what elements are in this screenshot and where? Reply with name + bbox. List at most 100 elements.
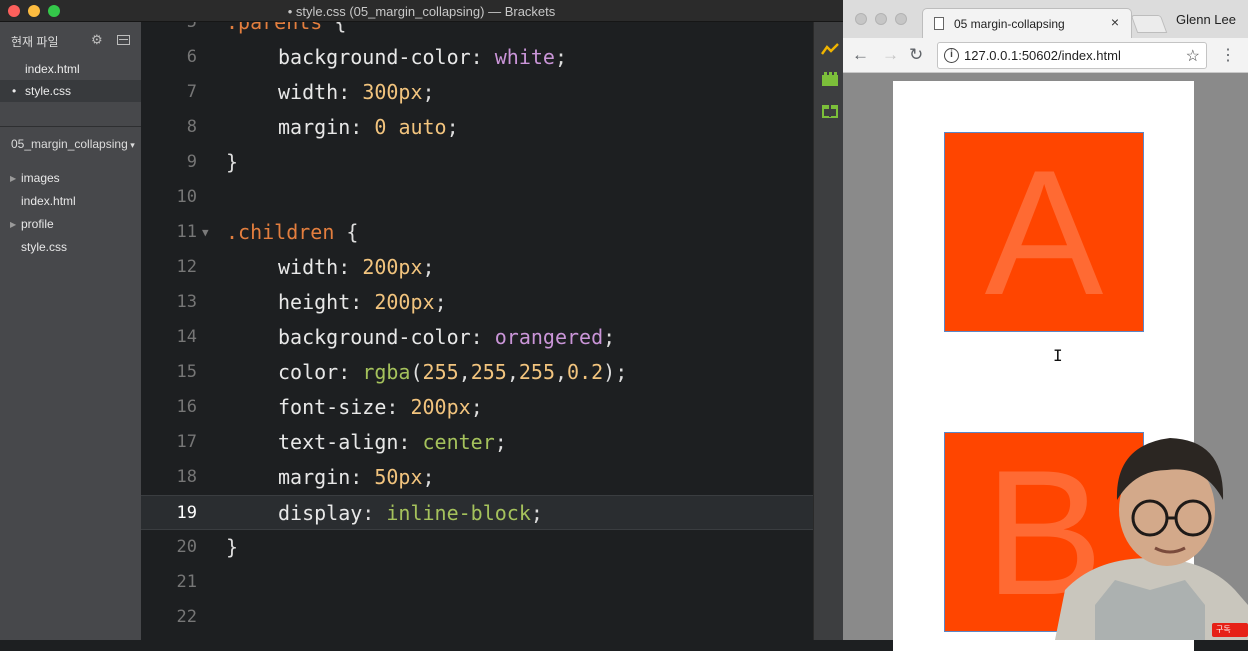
code-line[interactable]: 19 display: inline-block; [141, 495, 813, 530]
brackets-window: • style.css (05_margin_collapsing) — Bra… [0, 0, 843, 640]
reload-icon[interactable]: ↻ [909, 45, 923, 65]
code-line[interactable]: 10 [141, 180, 813, 215]
line-number: 20 [176, 537, 197, 557]
line-number: 10 [176, 187, 197, 207]
code-line[interactable]: 11 ▼ .children { [141, 215, 813, 250]
line-number: 21 [176, 572, 197, 592]
brackets-titlebar: • style.css (05_margin_collapsing) — Bra… [0, 0, 843, 22]
code-line[interactable]: 15 color: rgba(255,255,255,0.2); [141, 355, 813, 390]
gift-icon[interactable] [821, 102, 839, 118]
working-files-list: index.html style.css [0, 58, 141, 102]
omnibox[interactable]: i 127.0.0.1:50602/index.html ☆ [937, 42, 1207, 69]
line-number: 13 [176, 292, 197, 312]
code-text: } [226, 535, 239, 559]
code-line[interactable]: 18 margin: 50px; [141, 460, 813, 495]
code-text: text-align: center; [278, 430, 507, 454]
tree-item-label: profile [21, 217, 54, 231]
line-number: 15 [176, 362, 197, 382]
project-file-tree: ▶ images index.html ▶ profile style.css [0, 167, 141, 259]
line-number: 18 [176, 467, 197, 487]
code-text: background-color: white; [278, 45, 568, 69]
browser-tab[interactable]: 05 margin-collapsing × [922, 8, 1132, 38]
live-preview-icon[interactable] [821, 41, 839, 57]
window-title: • style.css (05_margin_collapsing) — Bra… [287, 4, 556, 19]
code-line[interactable]: 13 height: 200px; [141, 285, 813, 320]
line-number: 12 [176, 257, 197, 277]
code-text: } [226, 150, 239, 174]
tab-close-icon[interactable]: × [1111, 14, 1119, 30]
new-tab-button[interactable] [1130, 15, 1168, 33]
code-text: font-size: 200px; [278, 395, 483, 419]
working-files-header: 현재 파일 [11, 35, 59, 49]
subscribe-badge[interactable]: 구독 [1212, 623, 1248, 637]
sidebar-divider [0, 126, 141, 127]
code-editor[interactable]: 5 .parents { 6 background-color: white; 7 wid… [141, 22, 813, 640]
code-line[interactable]: 9} [141, 145, 813, 180]
code-line[interactable]: 20} [141, 530, 813, 565]
tree-item-index-html[interactable]: index.html [0, 190, 141, 213]
line-number: 11 [176, 222, 197, 242]
working-file-index-html[interactable]: index.html [0, 58, 141, 80]
line-number: 6 [186, 47, 197, 67]
tree-item-images[interactable]: ▶ images [0, 167, 141, 190]
code-text: display: inline-block; [278, 501, 543, 525]
code-line[interactable]: 22 [141, 600, 813, 635]
webcam-presenter-image [1055, 438, 1248, 640]
caret-right-icon: ▶ [10, 220, 17, 229]
tree-item-style-css[interactable]: style.css [0, 236, 141, 259]
document-icon [934, 17, 944, 30]
address-toolbar: ← → ↻ i 127.0.0.1:50602/index.html ☆ ⋮ [843, 38, 1248, 73]
bookmark-star-icon[interactable]: ☆ [1186, 46, 1200, 66]
line-number: 9 [186, 152, 197, 172]
code-line[interactable]: 5 .parents { [141, 22, 813, 40]
tree-item-label: style.css [21, 240, 68, 254]
code-line[interactable]: 8 margin: 0 auto; [141, 110, 813, 145]
line-number: 16 [176, 397, 197, 417]
tree-item-label: index.html [21, 194, 76, 208]
line-number: 8 [186, 117, 197, 137]
line-number: 22 [176, 607, 197, 627]
gear-icon[interactable]: ⚙ [91, 32, 103, 48]
code-text: margin: 0 auto; [278, 115, 459, 139]
code-text: .parents { [226, 22, 347, 34]
back-arrow-icon[interactable]: ← [852, 45, 869, 65]
code-text: width: 300px; [278, 80, 435, 104]
line-number: 5 [186, 22, 197, 32]
site-info-icon[interactable]: i [944, 48, 959, 63]
child-box-a: A [944, 132, 1144, 332]
minimize-window-button[interactable] [875, 13, 887, 25]
text-cursor-icon: I [1053, 346, 1063, 365]
extension-manager-icon[interactable] [821, 71, 839, 87]
project-dropdown[interactable]: 05_margin_collapsing [11, 137, 135, 151]
profile-name[interactable]: Glenn Lee [1176, 12, 1236, 27]
code-text: margin: 50px; [278, 465, 435, 489]
forward-arrow-icon[interactable]: → [882, 45, 899, 65]
close-window-button[interactable] [855, 13, 867, 25]
zoom-window-button[interactable] [895, 13, 907, 25]
tree-item-profile[interactable]: ▶ profile [0, 213, 141, 236]
code-line[interactable]: 12 width: 200px; [141, 250, 813, 285]
code-line[interactable]: 16 font-size: 200px; [141, 390, 813, 425]
browser-tabbar: 05 margin-collapsing × Glenn Lee [843, 0, 1248, 38]
url-text[interactable]: 127.0.0.1:50602/index.html [964, 48, 1121, 63]
caret-right-icon: ▶ [10, 174, 17, 183]
working-file-style-css[interactable]: style.css [0, 80, 141, 102]
code-line[interactable]: 17 text-align: center; [141, 425, 813, 460]
split-view-icon[interactable] [117, 35, 130, 45]
code-text: color: rgba(255,255,255,0.2); [278, 360, 628, 384]
right-toolbar [813, 22, 843, 640]
tree-item-label: images [21, 171, 60, 185]
code-text: background-color: orangered; [278, 325, 616, 349]
fold-arrow-icon[interactable]: ▼ [202, 215, 209, 250]
line-number: 14 [176, 327, 197, 347]
kebab-menu-icon[interactable]: ⋮ [1220, 45, 1236, 65]
line-number: 17 [176, 432, 197, 452]
code-text: height: 200px; [278, 290, 447, 314]
code-line[interactable]: 21 [141, 565, 813, 600]
code-line[interactable]: 14 background-color: orangered; [141, 320, 813, 355]
line-number: 7 [186, 82, 197, 102]
code-line[interactable]: 6 background-color: white; [141, 40, 813, 75]
code-line[interactable]: 7 width: 300px; [141, 75, 813, 110]
code-text: .children { [226, 220, 359, 244]
code-text: width: 200px; [278, 255, 435, 279]
